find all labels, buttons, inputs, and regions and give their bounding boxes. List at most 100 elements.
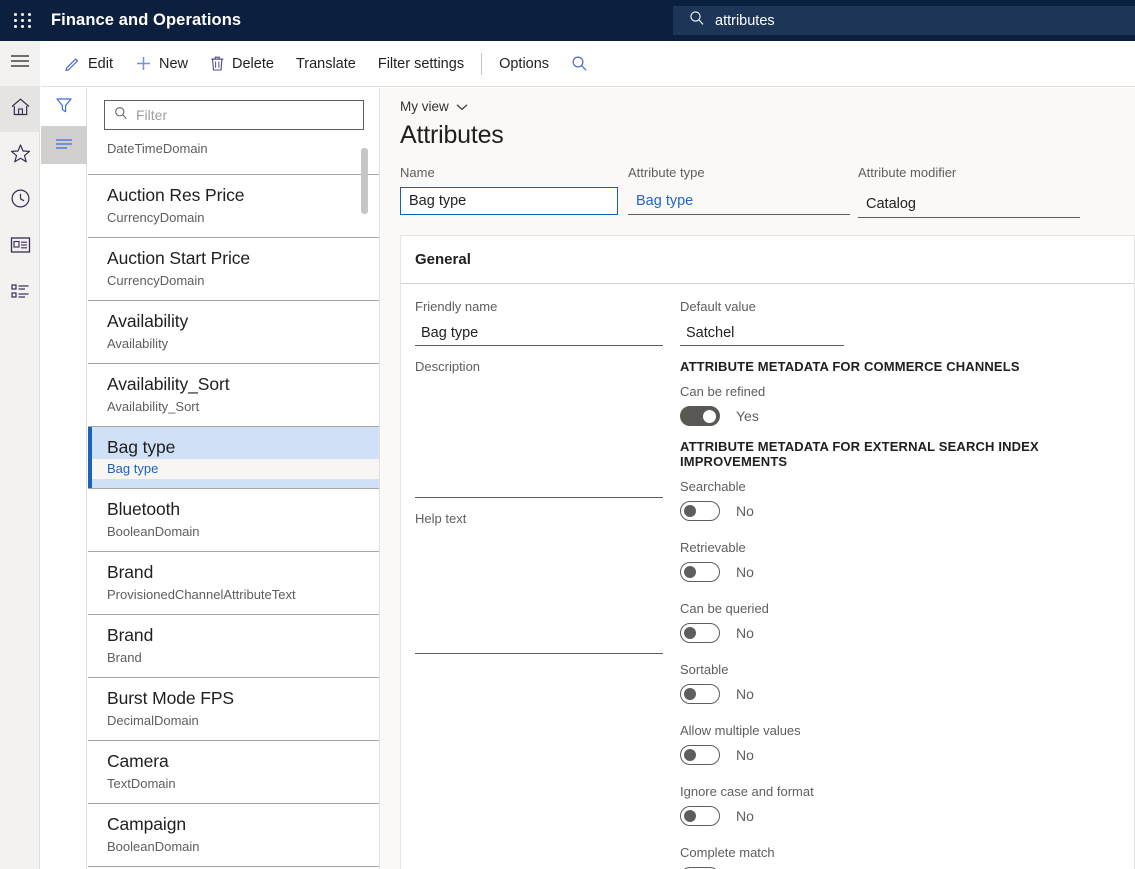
list-item[interactable]: Auction Res Price CurrencyDomain (88, 175, 380, 238)
field-friendly-name: Friendly name Bag type (415, 298, 663, 346)
list-item-title: Availability_Sort (107, 372, 380, 396)
list-item-subtitle: CurrencyDomain (107, 208, 380, 228)
toggle-knob (684, 749, 696, 761)
toggle-sortable-control[interactable]: No (680, 684, 1110, 704)
general-section-header[interactable]: General (401, 236, 1134, 284)
app-launcher-button[interactable] (0, 0, 46, 41)
field-description-input[interactable] (415, 380, 663, 498)
edit-button[interactable]: Edit (53, 41, 124, 87)
toggle-ignore-case-and-format-state: No (736, 808, 754, 824)
list-item[interactable]: Auction Start Price CurrencyDomain (88, 238, 380, 301)
field-help-text: Help text (415, 510, 663, 654)
list-item-title: Auction Res Price (107, 183, 380, 207)
attribute-list-scroll-region[interactable]: DateTimeDomain Auction Res Price Currenc… (88, 138, 380, 869)
global-search-value: attributes (715, 13, 775, 29)
toggle-switch[interactable] (680, 684, 720, 704)
field-help-text-input[interactable] (415, 532, 663, 654)
trash-icon (210, 55, 225, 72)
top-navigation-bar: Finance and Operations attributes (0, 0, 1135, 41)
toggle-switch[interactable] (680, 406, 720, 426)
list-item[interactable]: Brand ProvisionedChannelAttributeText (88, 552, 380, 615)
delete-button[interactable]: Delete (199, 41, 285, 87)
toggle-can-be-queried-label: Can be queried (680, 600, 1110, 618)
filter-settings-button[interactable]: Filter settings (367, 41, 475, 87)
field-attribute-modifier-value[interactable]: Catalog (858, 190, 1080, 218)
toggle-switch[interactable] (680, 562, 720, 582)
search-icon (689, 10, 705, 31)
list-item-title: Camera (107, 749, 380, 773)
filter-pane-button[interactable] (41, 88, 87, 126)
toggle-can-be-queried-control[interactable]: No (680, 623, 1110, 643)
toggle-can-be-refined-control[interactable]: Yes (680, 406, 1110, 426)
new-button[interactable]: New (124, 41, 199, 87)
field-attribute-modifier-label: Attribute modifier (858, 164, 1080, 182)
toggle-allow-multiple-values-state: No (736, 747, 754, 763)
home-icon (10, 97, 31, 122)
toggle-retrievable-control[interactable]: No (680, 562, 1110, 582)
new-button-label: New (159, 56, 188, 72)
toggle-switch[interactable] (680, 745, 720, 765)
toggle-switch[interactable] (680, 623, 720, 643)
toggle-allow-multiple-values-label: Allow multiple values (680, 722, 1110, 740)
list-item[interactable]: Availability Availability (88, 301, 380, 364)
workspace-icon (10, 236, 31, 259)
list-pane-button[interactable] (41, 126, 87, 164)
general-section-title: General (415, 251, 471, 268)
field-name-input[interactable]: Bag type (400, 187, 618, 215)
toggle-switch[interactable] (680, 806, 720, 826)
toggle-can-be-queried-state: No (736, 625, 754, 641)
list-item[interactable]: Burst Mode FPS DecimalDomain (88, 678, 380, 741)
command-bar-search-button[interactable] (560, 41, 606, 87)
app-title: Finance and Operations (51, 11, 241, 30)
search-icon (571, 55, 588, 72)
field-attribute-type-value[interactable]: Bag type (628, 187, 850, 215)
list-item-selected[interactable]: Bag type Bag type (88, 427, 380, 489)
command-bar-divider (481, 53, 482, 75)
toggle-retrievable-state: No (736, 564, 754, 580)
toggle-allow-multiple-values-control[interactable]: No (680, 745, 1110, 765)
field-default-value: Default value Satchel (680, 298, 1110, 346)
sidebar-item-recent[interactable] (0, 178, 40, 224)
sidebar-item-workspaces[interactable] (0, 224, 40, 270)
toggle-can-be-refined-label: Can be refined (680, 383, 1110, 401)
field-friendly-name-label: Friendly name (415, 298, 663, 316)
toggle-searchable-control[interactable]: No (680, 501, 1110, 521)
field-attribute-type-label: Attribute type (628, 164, 850, 182)
filter-input[interactable]: Filter (104, 100, 364, 130)
chevron-down-icon (456, 99, 468, 114)
toggle-ignore-case-and-format-control[interactable]: No (680, 806, 1110, 826)
list-item[interactable]: DateTimeDomain (88, 139, 380, 175)
sidebar-item-home[interactable] (0, 86, 40, 132)
list-item[interactable]: Bluetooth BooleanDomain (88, 489, 380, 552)
toggle-switch[interactable] (680, 501, 720, 521)
list-item[interactable]: Camera TextDomain (88, 741, 380, 804)
toggle-knob (684, 566, 696, 578)
field-default-value-input[interactable]: Satchel (680, 320, 844, 346)
field-friendly-name-input[interactable]: Bag type (415, 320, 663, 346)
options-button[interactable]: Options (488, 41, 560, 87)
list-item[interactable]: Campaign BooleanDomain (88, 804, 380, 867)
list-item-title: Campaign (107, 812, 380, 836)
list-item[interactable]: Brand Brand (88, 615, 380, 678)
field-description-label: Description (415, 358, 663, 376)
toggle-sortable: Sortable No (680, 661, 1110, 704)
hamburger-menu-button[interactable] (0, 41, 40, 86)
translate-button[interactable]: Translate (285, 41, 367, 87)
search-icon (114, 106, 128, 125)
view-selector[interactable]: My view (400, 99, 468, 114)
list-item[interactable]: Availability_Sort Availability_Sort (88, 364, 380, 427)
star-icon (10, 143, 31, 168)
toggle-searchable: Searchable No (680, 478, 1110, 521)
list-item-subtitle: Availability (107, 334, 380, 354)
list-item-subtitle: ProvisionedChannelAttributeText (107, 585, 380, 605)
toggle-searchable-state: No (736, 503, 754, 519)
list-item-subtitle: Brand (107, 648, 380, 668)
toggle-ignore-case-and-format-label: Ignore case and format (680, 783, 1110, 801)
list-item-title: Brand (107, 623, 380, 647)
list-scrollbar-thumb[interactable] (361, 148, 368, 214)
list-item-subtitle: Bag type (88, 459, 380, 479)
sidebar-item-modules[interactable] (0, 270, 40, 316)
field-name: Name Bag type (400, 164, 618, 215)
sidebar-item-favorites[interactable] (0, 132, 40, 178)
global-search-box[interactable]: attributes (673, 6, 1135, 35)
